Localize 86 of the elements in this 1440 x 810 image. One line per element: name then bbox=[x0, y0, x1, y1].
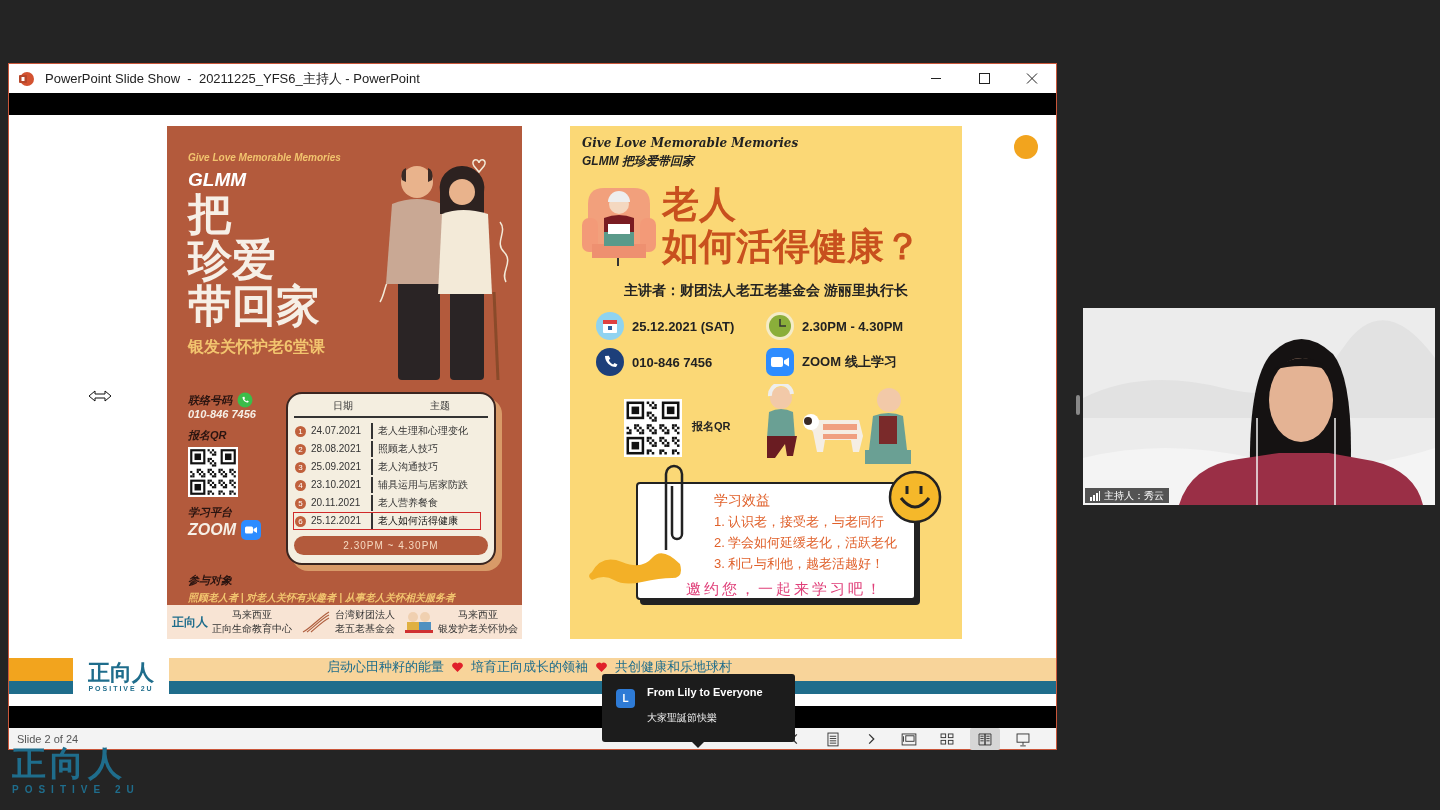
event-detail: 2.30PM - 4.30PM bbox=[802, 318, 904, 334]
logo-wordmark: POSITIVE 2U bbox=[12, 784, 140, 795]
calendar-icon bbox=[596, 312, 624, 340]
elders-icon bbox=[403, 610, 434, 634]
partner-name: 银发护老关怀协会 bbox=[437, 622, 518, 636]
video-camera-icon bbox=[766, 348, 794, 376]
swoosh-icon bbox=[300, 610, 331, 634]
number-badge: 4 bbox=[295, 479, 306, 491]
poster-brand: GLMM 把珍爱带回家 bbox=[582, 153, 697, 170]
schedule-date: 23.10.2021 bbox=[311, 477, 373, 493]
resize-handle[interactable] bbox=[1076, 395, 1080, 415]
register-label: 报名QR bbox=[188, 428, 228, 443]
qr-code-icon bbox=[188, 447, 238, 497]
number-badge: 6 bbox=[295, 515, 306, 527]
benefit-item: 2. 学会如何延缓老化，活跃老化 bbox=[714, 534, 899, 552]
partner-name: 老五老基金会 bbox=[334, 622, 395, 636]
schedule-topic: 照顾老人技巧 bbox=[378, 442, 438, 456]
poster-title: 如何活得健康？ bbox=[662, 226, 921, 268]
poster-tagline: Give Love Memorable Memories bbox=[188, 152, 341, 163]
event-detail: 25.12.2021 (SAT) bbox=[632, 318, 735, 334]
phone-icon bbox=[596, 348, 624, 376]
benefit-item: 1. 认识老，接受老，与老同行 bbox=[714, 513, 886, 531]
invitation-text: 邀约您，一起来学习吧！ bbox=[686, 580, 885, 599]
event-detail: ZOOM 线上学习 bbox=[802, 353, 897, 371]
audience-label: 参与对象 bbox=[188, 573, 233, 588]
schedule-topic: 老人如何活得健康 bbox=[378, 514, 458, 528]
heart-icon bbox=[452, 661, 463, 672]
chat-bubble-icon bbox=[237, 392, 253, 408]
contact-label: 联络号码 bbox=[188, 392, 232, 408]
schedule-date: 20.11.2021 bbox=[311, 495, 373, 511]
phone-number: 010-846 7456 bbox=[188, 408, 257, 420]
schedule-topic: 老人沟通技巧 bbox=[378, 460, 438, 474]
schedule-date: 25.12.2021 bbox=[311, 513, 373, 529]
schedule-topic: 老人营养餐食 bbox=[378, 496, 438, 510]
window-title: PowerPoint Slide Show - 20211225_YFS6_主持人 - PowerPoint bbox=[45, 69, 420, 88]
poster-tagline: Give Love Memorable Memories bbox=[582, 136, 800, 150]
logo-text: 正向人 bbox=[88, 660, 154, 685]
number-badge: 3 bbox=[295, 461, 306, 473]
column-header: 日期 bbox=[332, 399, 353, 413]
poster-title: 带回家 bbox=[188, 283, 321, 329]
benefits-title: 学习效益 bbox=[714, 492, 771, 510]
schedule-date: 24.07.2021 bbox=[311, 423, 373, 439]
video-camera-icon bbox=[241, 520, 261, 540]
column-header: 主题 bbox=[429, 399, 450, 413]
partner-name: 马来西亚 bbox=[456, 608, 499, 622]
poster-brand: GLMM bbox=[188, 169, 248, 191]
platform-label: 学习平台 bbox=[188, 505, 233, 520]
partner-name: 正向生命教育中心 bbox=[211, 622, 292, 636]
signal-bars-icon bbox=[1090, 490, 1100, 501]
slogan-text: 培育正向成长的领袖 bbox=[471, 659, 588, 674]
slogan-text: 共创健康和乐地球村 bbox=[615, 659, 732, 674]
reading-view-icon[interactable] bbox=[970, 727, 1000, 750]
partner-name: 台湾财团法人 bbox=[334, 608, 395, 622]
poster-title: 珍爱 bbox=[188, 237, 276, 283]
schedule-date: 28.08.2021 bbox=[311, 441, 373, 457]
app-icon bbox=[18, 70, 34, 87]
number-badge: 5 bbox=[295, 497, 306, 509]
number-badge: 1 bbox=[295, 425, 306, 437]
poster-title: 把 bbox=[188, 191, 232, 237]
slide-counter: Slide 2 of 24 bbox=[17, 732, 79, 745]
schedule-topic: 辅具运用与居家防跌 bbox=[378, 478, 468, 492]
accent-dot bbox=[1014, 135, 1038, 159]
slogan-text: 启动心田种籽的能量 bbox=[327, 659, 444, 674]
resize-cursor-icon bbox=[87, 389, 113, 403]
logo-text: 正向人 bbox=[12, 744, 127, 782]
clock-icon bbox=[766, 312, 794, 340]
speaker-line: 主讲者：财团法人老五老基金会 游丽里执行长 bbox=[623, 282, 909, 300]
participant-name: 主持人：秀云 bbox=[1104, 488, 1164, 503]
schedule-date: 25.09.2021 bbox=[311, 459, 373, 475]
poster-subtitle: 银发关怀护老6堂课 bbox=[188, 337, 326, 357]
partner-logo: 正向人 bbox=[171, 613, 208, 631]
benefit-item: 3. 利己与利他，越老活越好！ bbox=[714, 555, 886, 573]
number-badge: 2 bbox=[295, 443, 306, 455]
schedule-topic: 老人生理和心理变化 bbox=[378, 424, 468, 438]
heart-icon bbox=[596, 661, 607, 672]
register-label: 报名QR bbox=[692, 418, 731, 434]
platform-name: ZOOM bbox=[188, 521, 236, 539]
audience-text: 照顾老人者 | 对老人关怀有兴趣者 | 从事老人关怀相关服务者 bbox=[188, 591, 457, 605]
partner-name: 马来西亚 bbox=[230, 608, 273, 622]
event-detail: 010-846 7456 bbox=[632, 354, 713, 370]
chat-sender: From Lily to Everyone bbox=[647, 686, 763, 698]
chat-message: 大家聖誕節快樂 bbox=[647, 711, 718, 725]
poster-title: 老人 bbox=[662, 184, 737, 226]
qr-code-icon bbox=[624, 399, 682, 457]
avatar: L bbox=[616, 689, 635, 708]
time-pill: 2.30PM ~ 4.30PM bbox=[294, 536, 488, 555]
